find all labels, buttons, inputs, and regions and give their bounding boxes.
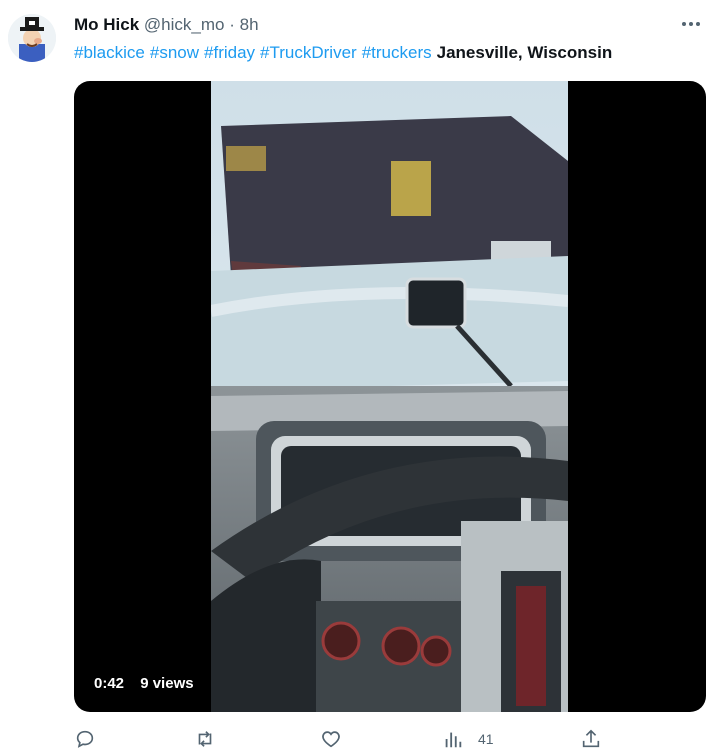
share-icon: [582, 729, 600, 748]
tweet-header: Mo Hick @hick_mo · 8h: [74, 15, 259, 35]
action-bar: 41: [74, 727, 706, 751]
hashtag-link[interactable]: #truckers: [362, 43, 432, 62]
reply-icon: [76, 730, 94, 748]
hashtag-link[interactable]: #friday: [204, 43, 255, 62]
location-text: Janesville, Wisconsin: [436, 43, 613, 62]
retweet-icon: [198, 731, 212, 747]
retweet-button[interactable]: [194, 727, 216, 751]
avatar-cartoon-icon: [8, 14, 56, 62]
tweet: Mo Hick @hick_mo · 8h #blackice #snow #fri…: [0, 0, 722, 750]
share-button[interactable]: [580, 727, 602, 751]
video-frame[interactable]: [211, 81, 568, 712]
reply-button[interactable]: [74, 727, 96, 751]
tweet-text: #blackice #snow #friday #TruckDriver #trucke…: [74, 42, 612, 64]
video-player[interactable]: 0:42 9 views: [74, 81, 706, 712]
more-options-icon[interactable]: [682, 16, 706, 32]
avatar[interactable]: [8, 14, 56, 62]
hashtag-link[interactable]: #TruckDriver: [260, 43, 357, 62]
author-handle[interactable]: @hick_mo: [144, 15, 225, 34]
analytics-icon: [445, 732, 462, 748]
author-name[interactable]: Mo Hick: [74, 15, 139, 34]
heart-icon: [322, 731, 340, 748]
like-button[interactable]: [320, 727, 342, 751]
video-duration: 0:42: [94, 675, 125, 692]
video-view-count: 9 views: [140, 675, 194, 692]
video-stats: 0:42 9 views: [94, 675, 206, 692]
views-count: 41: [478, 731, 494, 747]
timestamp[interactable]: 8h: [240, 15, 259, 34]
views-button[interactable]: 41: [442, 727, 494, 751]
separator-dot: ·: [229, 15, 235, 34]
hashtag-link[interactable]: #blackice: [74, 43, 145, 62]
hashtag-link[interactable]: #snow: [150, 43, 199, 62]
